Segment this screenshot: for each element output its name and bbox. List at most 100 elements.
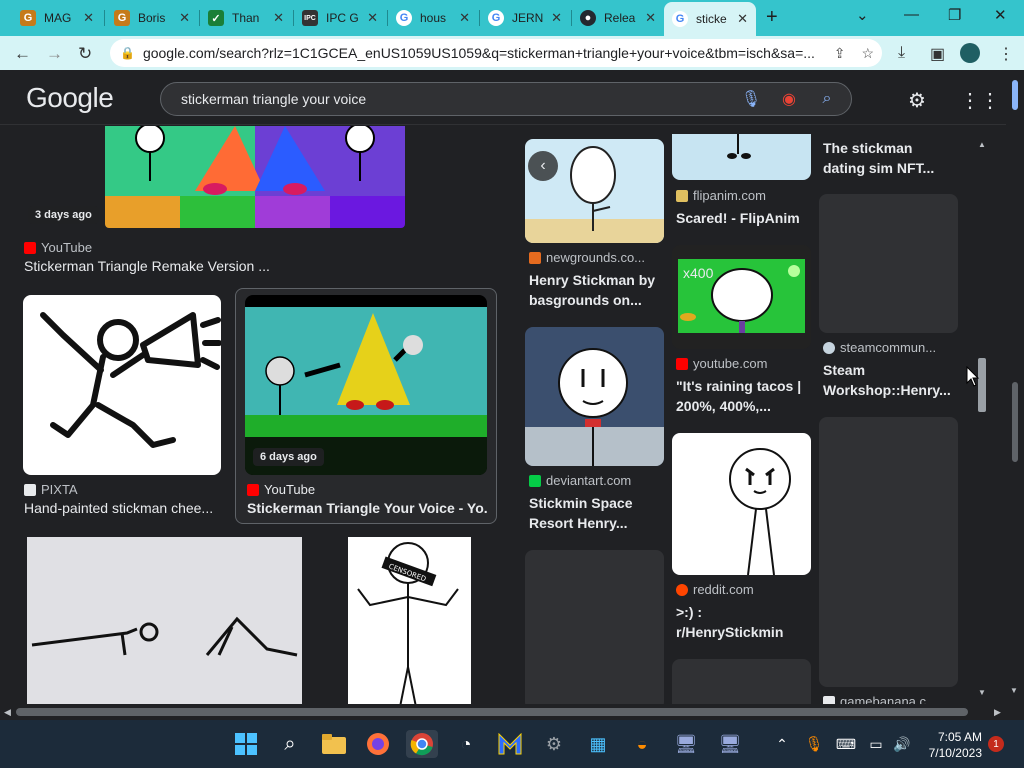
firefox-icon[interactable]: [364, 730, 392, 758]
result-thumb-henry-reddit[interactable]: [672, 433, 811, 575]
profile-icon[interactable]: [960, 43, 980, 63]
horizontal-scrollbar[interactable]: ◀ ▶: [0, 704, 1006, 720]
result-title[interactable]: Hand-painted stickman chee...: [24, 498, 224, 518]
notification-badge[interactable]: 1: [988, 736, 1004, 752]
duration-badge: 3 days ago: [28, 206, 99, 224]
scroll-down-arrow[interactable]: ▼: [978, 688, 986, 697]
lock-icon[interactable]: 🔒: [120, 46, 135, 60]
scroll-thumb[interactable]: [1012, 382, 1018, 462]
share-icon[interactable]: ⇪: [834, 45, 846, 62]
close-icon[interactable]: ✕: [273, 10, 284, 26]
mic-icon[interactable]: 🎙: [800, 730, 828, 758]
result-thumb-pushup[interactable]: [27, 537, 302, 704]
volume-icon[interactable]: 🔊: [888, 730, 916, 758]
address-bar[interactable]: 🔒 google.com/search?rlz=1C1GCEA_enUS1059…: [110, 39, 882, 67]
scroll-thumb[interactable]: [1012, 80, 1018, 110]
result-source: flipanim.com: [676, 188, 811, 203]
scroll-left-arrow[interactable]: ◀: [4, 707, 11, 718]
tab-boris[interactable]: G Boris ✕: [106, 4, 198, 32]
scroll-up-arrow[interactable]: ▲: [978, 140, 986, 149]
m-app-icon[interactable]: [496, 730, 524, 758]
search-icon[interactable]: ⌕: [276, 730, 304, 758]
settings-icon[interactable]: ⚙: [540, 730, 568, 758]
forward-button[interactable]: →: [46, 44, 63, 64]
result-thumb-loading[interactable]: [525, 550, 664, 704]
video-editor-icon[interactable]: ▦: [584, 730, 612, 758]
tab-hous[interactable]: G hous ✕: [388, 4, 478, 32]
close-icon[interactable]: ✕: [551, 10, 562, 26]
scroll-right-arrow[interactable]: ▶: [994, 707, 1001, 718]
mic-icon[interactable]: 🎙: [737, 89, 765, 109]
youtube-icon: [676, 357, 688, 370]
gear-icon[interactable]: ⚙: [908, 88, 926, 113]
result-thumb-censored[interactable]: CENSORED: [348, 537, 471, 704]
panel-scrollbar[interactable]: ▲ ▼: [976, 140, 988, 698]
download-icon[interactable]: ⤓: [898, 44, 905, 62]
page-scrollbar[interactable]: ▼: [1006, 70, 1024, 704]
result-thumb-loading[interactable]: [819, 194, 958, 333]
keyboard-icon[interactable]: ⌨: [832, 730, 860, 758]
result-source: reddit.com: [676, 582, 811, 597]
app-icon[interactable]: ◒: [628, 730, 656, 758]
close-icon[interactable]: ✕: [645, 10, 656, 26]
result-thumb-pixta[interactable]: [23, 295, 221, 475]
tab-than[interactable]: ✓ Than ✕: [200, 4, 292, 32]
result-title[interactable]: "It's raining tacos | 200%, 400%,...: [676, 376, 811, 416]
close-icon[interactable]: ✕: [459, 10, 470, 26]
network-app-icon[interactable]: 🖥: [716, 730, 744, 758]
result-title[interactable]: Scared! - FlipAnim: [676, 208, 811, 228]
result-thumb-flipanim[interactable]: [672, 134, 811, 180]
result-title[interactable]: Stickmin Space Resort Henry...: [529, 493, 664, 533]
reload-button[interactable]: ↻: [78, 44, 92, 64]
chrome-icon[interactable]: [406, 730, 438, 758]
result-thumb-stickmin-space[interactable]: [525, 327, 664, 466]
minimize-button[interactable]: —: [904, 6, 919, 23]
back-button[interactable]: ←: [14, 44, 31, 64]
monitor-icon[interactable]: ▭: [862, 730, 890, 758]
result-source: gamebanana.c...: [823, 694, 958, 704]
close-icon[interactable]: ✕: [83, 10, 94, 26]
scroll-thumb[interactable]: [16, 708, 968, 716]
new-tab-button[interactable]: +: [766, 6, 778, 29]
result-title[interactable]: The stickman dating sim NFT...: [823, 138, 958, 178]
result-title[interactable]: Henry Stickman by basgrounds on...: [529, 270, 664, 310]
close-icon[interactable]: ✕: [737, 11, 748, 27]
ipc-icon: IPC: [302, 10, 318, 26]
tab-sticke[interactable]: G sticke ✕: [664, 2, 756, 36]
result-thumb-loading[interactable]: [672, 659, 811, 704]
search-icon[interactable]: ⌕: [813, 90, 841, 108]
carousel-prev-button[interactable]: ‹: [528, 151, 558, 181]
file-explorer-icon[interactable]: [320, 730, 348, 758]
result-title[interactable]: >:) : r/HenryStickmin: [676, 602, 811, 642]
chevron-down-icon[interactable]: ⌄: [856, 6, 869, 24]
tab-relea[interactable]: ● Relea ✕: [572, 4, 664, 32]
close-icon[interactable]: ✕: [179, 10, 190, 26]
close-icon[interactable]: ✕: [367, 10, 378, 26]
result-thumb-triangle-remake[interactable]: [105, 126, 405, 228]
result-thumb-raining-tacos[interactable]: [672, 245, 811, 349]
search-input[interactable]: stickerman triangle your voice 🎙 ◉ ⌕: [160, 82, 852, 116]
network-app-icon[interactable]: 🖥: [672, 730, 700, 758]
image-results: 3 days ago YouTube Stickerman Triangle R…: [0, 126, 1006, 704]
result-title[interactable]: Steam Workshop::Henry...: [823, 360, 958, 400]
tab-jern[interactable]: G JERN ✕: [480, 4, 570, 32]
windows-start-icon[interactable]: [232, 730, 260, 758]
result-thumb-loading[interactable]: [819, 417, 958, 687]
chevron-up-icon[interactable]: ⌃: [768, 730, 796, 758]
obs-icon[interactable]: ◔: [452, 730, 480, 758]
scroll-down-arrow[interactable]: ▼: [1010, 686, 1018, 695]
star-icon[interactable]: ☆: [861, 45, 874, 62]
restore-button[interactable]: ❐: [948, 6, 961, 24]
lens-icon[interactable]: ◉: [775, 89, 803, 109]
toolbar: ← → ↻ 🔒 google.com/search?rlz=1C1GCEA_en…: [0, 36, 1024, 70]
result-source: YouTube: [247, 482, 315, 497]
tab-ipc[interactable]: IPC IPC G ✕: [294, 4, 386, 32]
result-title[interactable]: Stickerman Triangle Remake Version ...: [24, 256, 304, 276]
close-window-button[interactable]: ✕: [994, 6, 1007, 24]
google-logo[interactable]: Google: [26, 82, 114, 114]
clock[interactable]: 7:05 AM 7/10/2023: [920, 729, 982, 761]
tab-mag[interactable]: G MAG ✕: [12, 4, 102, 32]
result-title[interactable]: Stickerman Triangle Your Voice - Yo...: [247, 498, 487, 518]
side-panel-icon[interactable]: ▣: [930, 44, 945, 64]
menu-icon[interactable]: ⋮: [998, 44, 1014, 64]
